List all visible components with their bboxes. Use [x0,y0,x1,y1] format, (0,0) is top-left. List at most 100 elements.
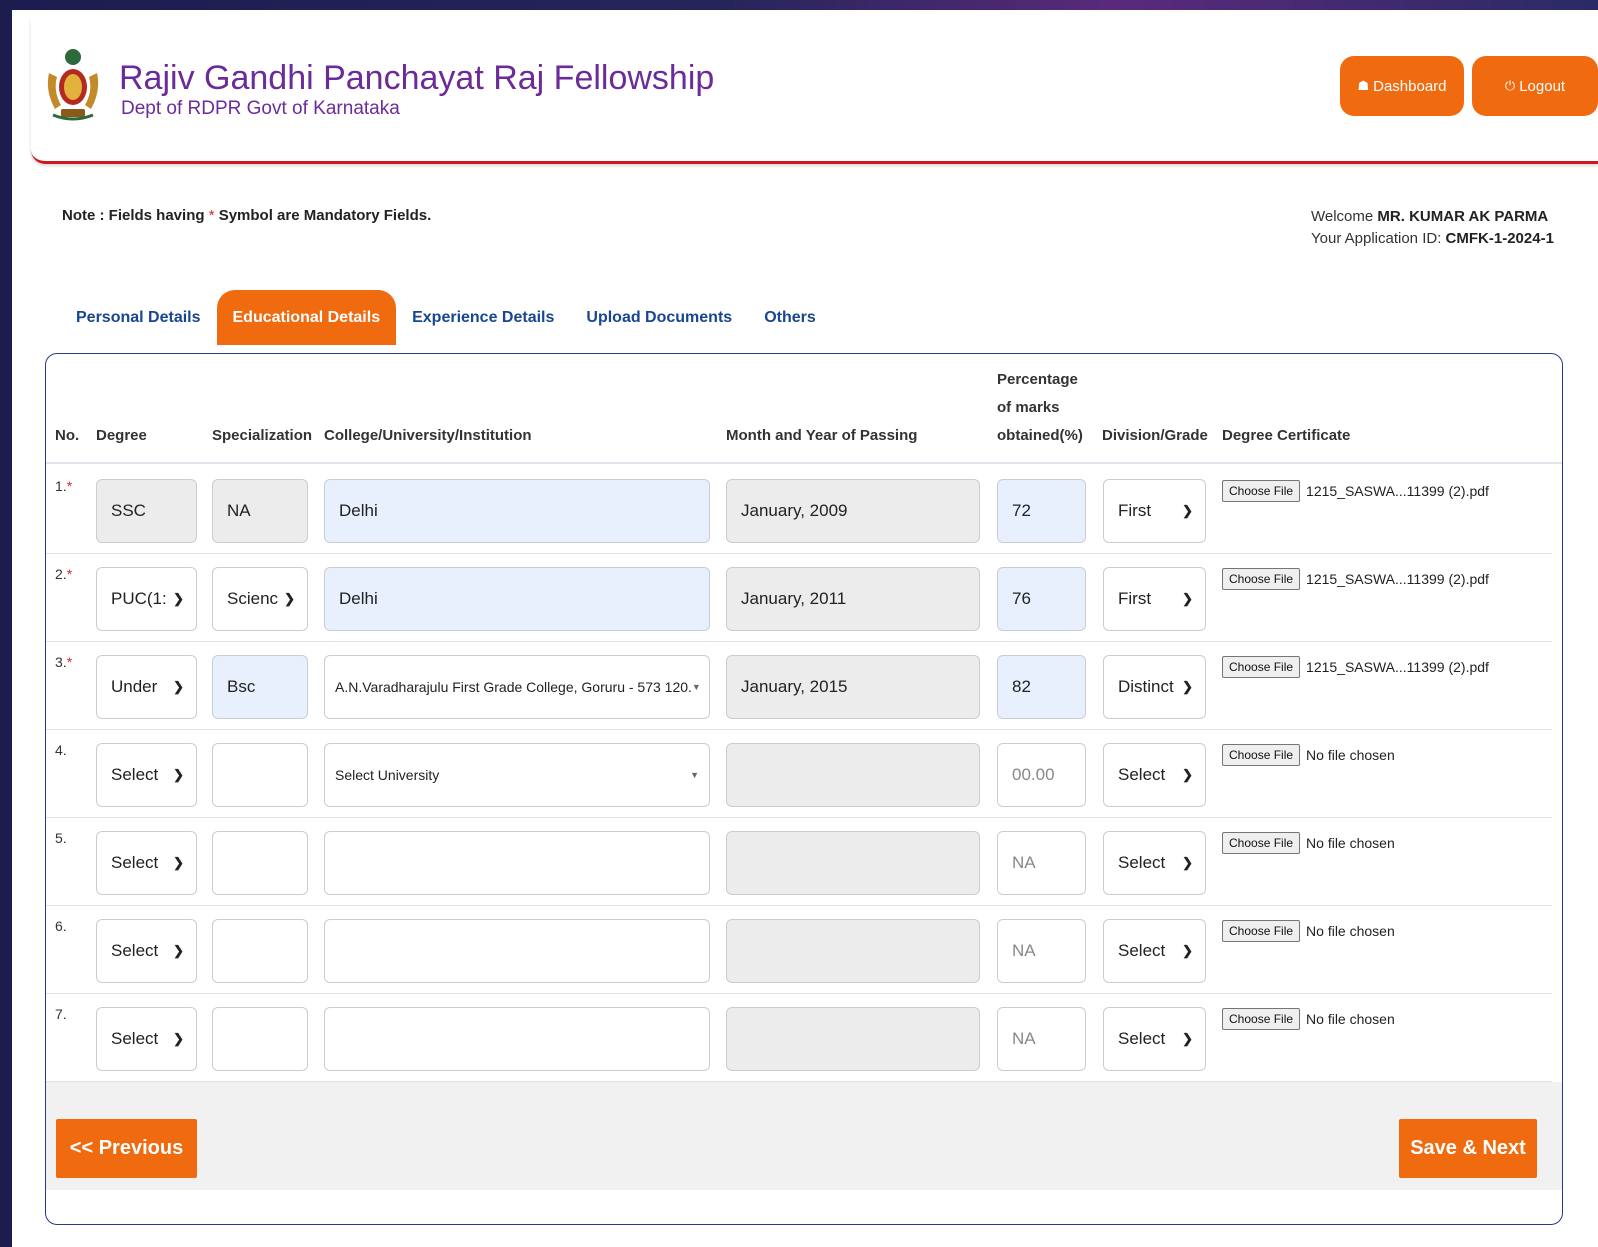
col-percentage-line3: obtained(%) [997,427,1083,444]
division-select[interactable]: Select ❯ [1103,919,1206,983]
degree-select[interactable]: PUC(1: ❯ [96,567,197,631]
dropdown-arrow-icon: ▼ [691,682,701,692]
choose-file-button[interactable]: Choose File [1222,920,1301,942]
col-division: Division/Grade [1102,427,1208,444]
karnataka-emblem-logo [47,49,99,121]
save-next-button[interactable]: Save & Next [1399,1119,1537,1178]
division-select[interactable]: Select ❯ [1103,1007,1206,1071]
previous-button[interactable]: << Previous [56,1119,197,1178]
college-field[interactable] [324,831,710,895]
degree-select[interactable]: Select ❯ [96,1007,197,1071]
choose-file-button[interactable]: Choose File [1222,656,1301,678]
chevron-down-icon: ❯ [284,591,295,606]
degree-select[interactable]: Select ❯ [96,919,197,983]
choose-file-button[interactable]: Choose File [1222,832,1301,854]
specialization-field[interactable]: NA [212,479,308,543]
percentage-field[interactable]: NA [997,919,1086,983]
degree-select[interactable]: Select ❯ [96,831,197,895]
top-banner-strip [0,0,1598,10]
choose-file-button[interactable]: Choose File [1222,744,1301,766]
division-select[interactable]: First ❯ [1103,567,1206,631]
month-year-field[interactable] [726,831,980,895]
file-name: No file chosen [1306,747,1395,763]
division-select[interactable]: Select ❯ [1103,743,1206,807]
col-percentage-line1: Percentage [997,371,1078,388]
division-select[interactable]: First ❯ [1103,479,1206,543]
file-name: 1215_SASWA...11399 (2).pdf [1306,571,1489,587]
tab-experience-details[interactable]: Experience Details [396,290,570,345]
month-year-field[interactable]: January, 2011 [726,567,980,631]
percentage-field[interactable]: NA [997,831,1086,895]
month-year-field[interactable]: January, 2015 [726,655,980,719]
month-year-field[interactable] [726,919,980,983]
chevron-down-icon: ❯ [1182,943,1193,958]
percentage-field[interactable]: 82 [997,655,1086,719]
college-field[interactable]: Delhi [324,479,710,543]
tab-upload-documents[interactable]: Upload Documents [570,290,748,345]
degree-select[interactable]: Select ❯ [96,743,197,807]
month-year-field[interactable] [726,1007,980,1071]
chevron-down-icon: ❯ [173,943,184,958]
division-select[interactable]: Select ❯ [1103,831,1206,895]
page: Rajiv Gandhi Panchayat Raj Fellowship De… [12,10,1598,1247]
specialization-field[interactable] [212,831,308,895]
col-month-year: Month and Year of Passing [726,427,918,444]
certificate-upload: Choose File No file chosen [1222,744,1395,766]
dashboard-button[interactable]: ☗ Dashboard [1340,56,1464,116]
college-field[interactable] [324,919,710,983]
chevron-down-icon: ❯ [1182,503,1193,518]
chevron-down-icon: ❯ [1182,855,1193,870]
percentage-field[interactable]: 00.00 [997,743,1086,807]
chevron-down-icon: ❯ [173,767,184,782]
user-name: MR. KUMAR AK PARMA [1377,208,1549,225]
site-title: Rajiv Gandhi Panchayat Raj Fellowship [119,59,715,97]
col-no: No. [55,427,80,444]
tab-others[interactable]: Others [748,290,832,345]
file-name: 1215_SASWA...11399 (2).pdf [1306,659,1489,675]
choose-file-button[interactable]: Choose File [1222,1008,1301,1030]
choose-file-button[interactable]: Choose File [1222,568,1301,590]
month-year-field[interactable] [726,743,980,807]
mandatory-note: Note : Fields having * Symbol are Mandat… [62,207,432,224]
certificate-upload: Choose File No file chosen [1222,832,1395,854]
site-subtitle: Dept of RDPR Govt of Karnataka [121,98,400,119]
home-icon: ☗ [1357,78,1370,93]
file-name: No file chosen [1306,835,1395,851]
division-select[interactable]: Distinct ❯ [1103,655,1206,719]
application-id: CMFK-1-2024-1 [1445,230,1554,247]
welcome-box: Welcome MR. KUMAR AK PARMA Your Applicat… [1311,208,1554,247]
power-icon: ⏻ [1504,78,1516,93]
site-header: Rajiv Gandhi Panchayat Raj Fellowship De… [31,18,1598,164]
certificate-upload: Choose File 1215_SASWA...11399 (2).pdf [1222,480,1489,502]
col-specialization: Specialization [212,427,313,444]
percentage-field[interactable]: 76 [997,567,1086,631]
table-row: 4. Select ❯ Select University ▼ 00.00 Sele… [46,730,1552,818]
certificate-upload: Choose File 1215_SASWA...11399 (2).pdf [1222,656,1489,678]
degree-select[interactable]: Under ❯ [96,655,197,719]
tab-personal-details[interactable]: Personal Details [60,290,217,345]
specialization-select[interactable]: Scienc ❯ [212,567,308,631]
percentage-field[interactable]: NA [997,1007,1086,1071]
university-select[interactable]: A.N.Varadharajulu First Grade College, G… [324,655,710,719]
education-form-card: No. Degree Specialization College/Univer… [45,353,1563,1225]
college-field[interactable] [324,1007,710,1071]
month-year-field[interactable]: January, 2009 [726,479,980,543]
tab-educational-details[interactable]: Educational Details [216,290,397,345]
university-select[interactable]: Select University ▼ [324,743,710,807]
dashboard-label: Dashboard [1373,77,1447,95]
logout-label: Logout [1519,77,1566,95]
table-row: 1.* SSC NA Delhi January, 2009 72 First ❯… [46,466,1552,554]
college-field[interactable]: Delhi [324,567,710,631]
percentage-field[interactable]: 72 [997,479,1086,543]
specialization-field[interactable]: Bsc [212,655,308,719]
degree-field[interactable]: SSC [96,479,197,543]
specialization-field[interactable] [212,919,308,983]
specialization-field[interactable] [212,743,308,807]
specialization-field[interactable] [212,1007,308,1071]
chevron-down-icon: ❯ [1182,1031,1193,1046]
certificate-upload: Choose File 1215_SASWA...11399 (2).pdf [1222,568,1489,590]
table-header: No. Degree Specialization College/Univer… [46,354,1562,464]
logout-button[interactable]: ⏻ Logout [1472,56,1598,116]
choose-file-button[interactable]: Choose File [1222,480,1301,502]
col-certificate: Degree Certificate [1222,427,1351,444]
